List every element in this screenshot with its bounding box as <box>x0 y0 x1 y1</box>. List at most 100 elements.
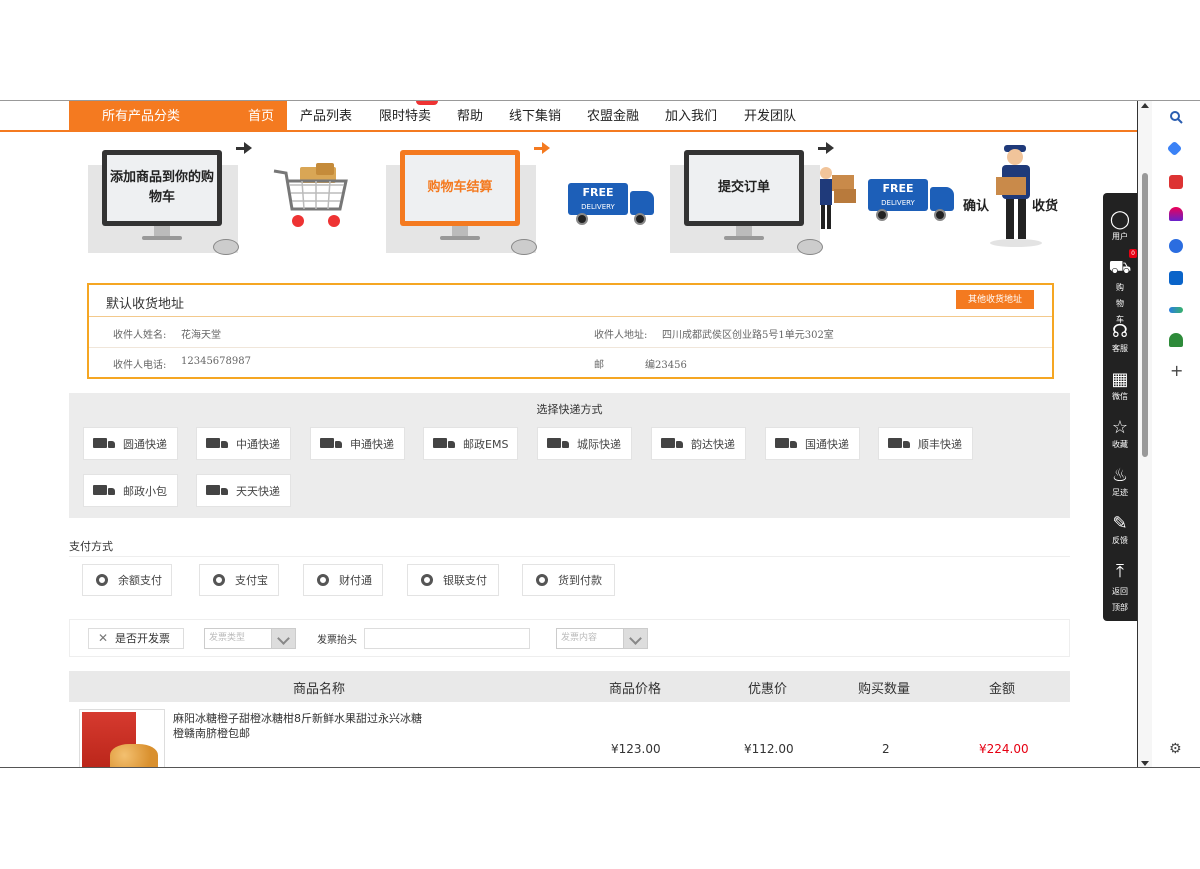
chevron-down-icon <box>623 629 647 648</box>
recipient-name-label: 收件人姓名: <box>113 330 167 341</box>
main-nav: 所有产品分类 首页 产品列表 限时特卖 帮助 线下集销 农盟金融 加入我们 开发… <box>0 101 1137 132</box>
zip-label: 邮 <box>594 360 604 371</box>
express-option-label: 圆通快递 <box>123 437 167 451</box>
payment-option[interactable]: 货到付款 <box>522 564 615 596</box>
payment-option[interactable]: 银联支付 <box>407 564 499 596</box>
express-title: 选择快递方式 <box>536 403 603 416</box>
express-option[interactable]: 韵达快递 <box>651 427 746 460</box>
recipient-phone-value: 12345678987 <box>181 356 251 367</box>
product-image[interactable] <box>79 709 165 768</box>
express-option-label: 韵达快递 <box>691 437 735 451</box>
step2-label: 购物车结算 <box>405 155 515 221</box>
settings-icon[interactable]: ⚙ <box>1169 741 1182 757</box>
toolbar-feedback[interactable]: ✎ 反馈 <box>1103 513 1137 546</box>
express-option[interactable]: 邮政小包 <box>83 474 178 507</box>
step4-receive-label: 收货 <box>1032 199 1059 214</box>
payment-option-label: 支付宝 <box>235 574 268 587</box>
toolbar-history-label: 足迹 <box>1112 488 1128 497</box>
product-amount: ¥224.00 <box>979 742 1029 756</box>
express-option[interactable]: 申通快递 <box>310 427 405 460</box>
invoice-section: ✕ 是否开发票 发票类型 发票抬头 发票内容 <box>69 619 1070 657</box>
truck-free-text: FREE <box>582 186 614 199</box>
invoice-header-input[interactable] <box>364 628 530 649</box>
express-option-label: 天天快递 <box>236 484 280 498</box>
product-name[interactable]: 麻阳冰糖橙子甜橙冰糖柑8斤新鲜水果甜过永兴冰糖橙赣南脐橙包邮 <box>173 711 423 741</box>
nav-join-us[interactable]: 加入我们 <box>665 101 717 132</box>
other-address-button[interactable]: 其他收货地址 <box>956 290 1034 309</box>
edit-icon: ✎ <box>1112 513 1128 534</box>
scroll-down-icon[interactable] <box>1141 761 1149 766</box>
nav-all-categories[interactable]: 所有产品分类 <box>69 101 235 132</box>
toolbar-back-to-top[interactable]: ⤒ 返回顶部 <box>1103 561 1137 616</box>
toolbar-service[interactable]: ☊ 客服 <box>1103 321 1137 354</box>
mouse-icon <box>797 239 823 255</box>
payment-option-label: 余额支付 <box>118 574 162 587</box>
toolbar-cart[interactable]: ⛟ 购物车 <box>1103 257 1137 328</box>
courier-icon <box>820 167 856 229</box>
pin-icon <box>421 574 433 586</box>
step1-label: 添加商品到你的购物车 <box>107 155 217 221</box>
chevron-down-icon <box>271 629 295 648</box>
express-option[interactable]: 邮政EMS <box>423 427 518 460</box>
nav-dev-team[interactable]: 开发团队 <box>744 101 796 132</box>
star-icon: ☆ <box>1111 417 1129 438</box>
tree-icon[interactable] <box>1169 333 1183 347</box>
shopping-cart-icon <box>273 163 348 227</box>
add-icon[interactable]: + <box>1170 361 1183 380</box>
toolbar-favorite-label: 收藏 <box>1112 440 1128 449</box>
recipient-phone-label: 收件人电话: <box>113 360 167 371</box>
truck-icon <box>775 437 797 450</box>
send-icon[interactable] <box>1169 307 1183 313</box>
arrow-up-icon: ⤒ <box>1116 561 1124 582</box>
toolbar-back-to-top-label: 返回顶部 <box>1112 587 1128 612</box>
scrollbar-thumb[interactable] <box>1142 173 1148 457</box>
recipient-address-label: 收件人地址: <box>594 330 648 341</box>
page-scrollbar[interactable] <box>1137 101 1152 768</box>
nav-home[interactable]: 首页 <box>235 101 287 132</box>
payment-option[interactable]: 支付宝 <box>199 564 279 596</box>
toolbar-history[interactable]: ♨ 足迹 <box>1103 465 1137 498</box>
zip-value: 编23456 <box>645 360 687 371</box>
toolbox-icon[interactable] <box>1169 175 1183 189</box>
step2-arrow-icon <box>534 142 550 154</box>
payment-option[interactable]: 余额支付 <box>82 564 172 596</box>
express-option-label: 申通快递 <box>350 437 394 451</box>
truck-icon <box>547 437 569 450</box>
table-row: 麻阳冰糖橙子甜橙冰糖柑8斤新鲜水果甜过永兴冰糖橙赣南脐橙包邮 ¥123.00 ¥… <box>69 702 1070 768</box>
payment-option[interactable]: 财付通 <box>303 564 383 596</box>
nav-help[interactable]: 帮助 <box>457 101 483 132</box>
browser-bottom-border <box>0 767 1200 768</box>
nav-flash-sale[interactable]: 限时特卖 <box>379 101 431 132</box>
invoice-header-label: 发票抬头 <box>317 635 357 646</box>
nav-offline[interactable]: 线下集销 <box>509 101 561 132</box>
product-price: ¥123.00 <box>611 742 661 756</box>
express-option[interactable]: 圆通快递 <box>83 427 178 460</box>
truck-icon <box>433 437 455 450</box>
outlook-icon[interactable] <box>1169 271 1183 285</box>
express-option[interactable]: 国通快递 <box>765 427 860 460</box>
copilot-icon[interactable] <box>1169 239 1183 253</box>
truck-delivery-text: DELIVERY <box>581 203 615 211</box>
express-option[interactable]: 顺丰快递 <box>878 427 973 460</box>
tag-icon[interactable] <box>1166 140 1183 157</box>
nav-product-list[interactable]: 产品列表 <box>300 101 352 132</box>
express-option[interactable]: 城际快递 <box>537 427 632 460</box>
user-icon: ◯ <box>1109 209 1131 230</box>
invoice-type-select[interactable]: 发票类型 <box>204 628 296 649</box>
invoice-checkbox[interactable]: ✕ 是否开发票 <box>88 628 184 649</box>
people-icon[interactable] <box>1169 207 1183 221</box>
search-icon[interactable] <box>1169 110 1183 124</box>
nav-finance[interactable]: 农盟金融 <box>587 101 639 132</box>
express-option[interactable]: 中通快递 <box>196 427 291 460</box>
toolbar-user[interactable]: ◯ 用户 <box>1103 209 1137 242</box>
col-discount: 优惠价 <box>748 682 788 697</box>
express-option[interactable]: 天天快递 <box>196 474 291 507</box>
toolbar-wechat[interactable]: ▦ 微信 <box>1103 369 1137 402</box>
scroll-up-icon[interactable] <box>1141 103 1149 108</box>
express-option-label: 城际快递 <box>577 437 621 451</box>
invoice-content-select[interactable]: 发票内容 <box>556 628 648 649</box>
express-option-label: 国通快递 <box>805 437 849 451</box>
toolbar-favorite[interactable]: ☆ 收藏 <box>1103 417 1137 450</box>
col-product-name: 商品名称 <box>293 682 346 697</box>
page-viewport: 所有产品分类 首页 产品列表 限时特卖 帮助 线下集销 农盟金融 加入我们 开发… <box>0 101 1137 768</box>
